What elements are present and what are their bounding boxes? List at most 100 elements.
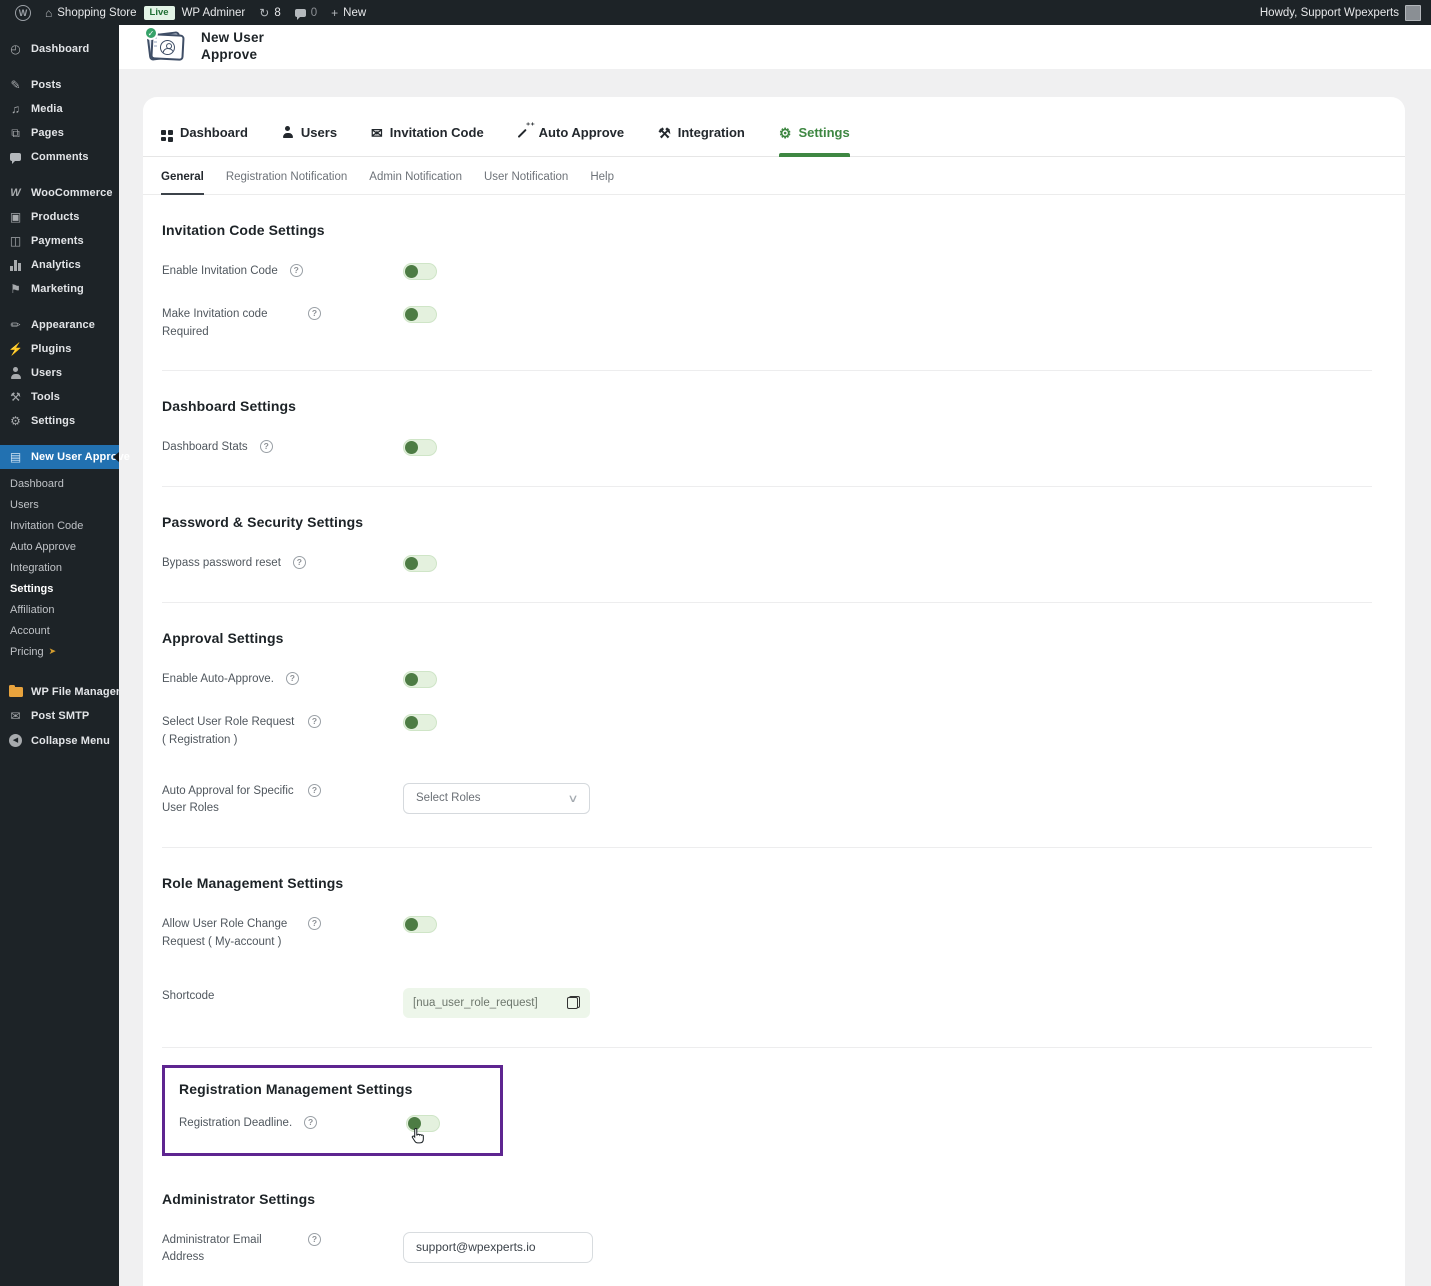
sidebar-item-pages[interactable]: ⧉ Pages: [0, 121, 119, 145]
tab-users[interactable]: Users: [282, 123, 337, 156]
payments-icon: ◫: [9, 234, 22, 248]
submenu-item-users[interactable]: Users: [0, 494, 119, 515]
sidebar-item-marketing[interactable]: ⚑ Marketing: [0, 277, 119, 301]
admin-bar: W ⌂ Shopping Store Live WP Adminer ↻ 8 0…: [0, 0, 1431, 25]
setting-row-make-invitation-code-required: Make Invitation code Required ?: [162, 305, 1372, 342]
setting-row-shortcode: Shortcode [nua_user_role_request]: [162, 987, 1372, 1018]
woocommerce-icon: W: [10, 186, 21, 199]
sidebar-item-settings[interactable]: ⚙ Settings: [0, 409, 119, 433]
sidebar-item-woocommerce[interactable]: W WooCommerce: [0, 181, 119, 205]
magic-wand-icon: [518, 122, 534, 141]
sidebar-item-wp-file-manager[interactable]: WP File Manager: [0, 680, 120, 704]
enable-auto-approve-toggle[interactable]: [403, 671, 437, 689]
site-name-link[interactable]: ⌂ Shopping Store: [38, 0, 144, 25]
help-icon[interactable]: ?: [308, 306, 321, 320]
section-invitation-code-settings: Invitation Code Settings Enable Invitati…: [162, 195, 1372, 372]
subtab-help[interactable]: Help: [590, 171, 614, 194]
sidebar-item-posts[interactable]: ✎ Posts: [0, 73, 119, 97]
help-icon[interactable]: ?: [308, 1232, 321, 1246]
sidebar-item-appearance[interactable]: ✏ Appearance: [0, 313, 119, 337]
update-count: 8: [274, 6, 281, 19]
wp-adminer-link[interactable]: WP Adminer: [175, 0, 253, 25]
help-icon[interactable]: ?: [308, 783, 321, 797]
help-icon[interactable]: ?: [308, 714, 321, 728]
dashboard-icon: ◴: [10, 42, 21, 56]
sidebar-item-tools[interactable]: ⚒ Tools: [0, 385, 119, 409]
products-icon: ▣: [9, 210, 22, 224]
submenu-item-pricing[interactable]: Pricing ➤: [0, 641, 119, 662]
subtab-registration-notification[interactable]: Registration Notification: [226, 171, 347, 194]
make-invitation-code-required-toggle[interactable]: [403, 305, 437, 323]
setting-row-select-user-role-request: Select User Role Request ( Registration …: [162, 713, 1372, 750]
help-icon[interactable]: ?: [285, 672, 299, 686]
analytics-icon: [8, 259, 23, 271]
submenu-item-settings[interactable]: Settings: [0, 578, 119, 599]
subtab-general[interactable]: General: [161, 171, 204, 195]
new-user-approve-submenu: Dashboard Users Invitation Code Auto App…: [0, 469, 119, 668]
sidebar-item-post-smtp[interactable]: ✉ Post SMTP: [0, 704, 119, 728]
sidebar-item-media[interactable]: ♫ Media: [0, 97, 119, 121]
copy-icon[interactable]: [567, 996, 580, 1010]
sidebar-item-products[interactable]: ▣ Products: [0, 205, 119, 229]
submenu-item-invitation-code[interactable]: Invitation Code: [0, 515, 119, 536]
sidebar-item-dashboard[interactable]: ◴ Dashboard: [0, 37, 119, 61]
dashboard-stats-toggle[interactable]: [403, 439, 437, 457]
help-icon[interactable]: ?: [292, 556, 306, 570]
submenu-item-affiliation[interactable]: Affiliation: [0, 599, 119, 620]
sidebar-item-new-user-approve[interactable]: ▤ New User Approve: [0, 445, 130, 469]
person-card-icon: [159, 39, 176, 55]
sidebar-item-plugins[interactable]: ⚡ Plugins: [0, 337, 119, 361]
users-icon: [282, 125, 294, 140]
wordpress-logo-icon: W: [15, 4, 31, 21]
select-roles-dropdown[interactable]: Select Roles ∨: [403, 782, 590, 814]
comments-link[interactable]: 0: [288, 0, 324, 25]
bypass-password-reset-toggle[interactable]: [403, 555, 437, 573]
sidebar-item-payments[interactable]: ◫ Payments: [0, 229, 119, 253]
registration-deadline-toggle[interactable]: [406, 1114, 440, 1144]
sidebar-item-collapse-menu[interactable]: ◀ Collapse Menu: [0, 728, 119, 753]
submenu-item-account[interactable]: Account: [0, 620, 119, 641]
subtab-user-notification[interactable]: User Notification: [484, 171, 568, 194]
setting-row-enable-invitation-code: Enable Invitation Code ?: [162, 263, 1372, 281]
help-icon[interactable]: ?: [308, 917, 321, 931]
sidebar-item-comments[interactable]: Comments: [0, 145, 119, 169]
tab-settings[interactable]: ⚙ Settings: [778, 123, 850, 157]
tab-auto-approve[interactable]: Auto Approve: [518, 122, 624, 156]
live-badge: Live: [143, 5, 175, 20]
section-role-management-settings: Role Management Settings Allow User Role…: [162, 848, 1372, 1048]
pricing-arrow-icon: ➤: [48, 646, 57, 656]
help-icon[interactable]: ?: [289, 264, 303, 277]
settings-card: Dashboard Users ✉ Invitation Code Auto A…: [143, 97, 1405, 1286]
enable-invitation-code-toggle[interactable]: [403, 263, 437, 280]
setting-row-auto-approval-specific-roles: Auto Approval for Specific User Roles ? …: [162, 782, 1372, 819]
submenu-item-auto-approve[interactable]: Auto Approve: [0, 536, 119, 557]
administrator-email-input[interactable]: [403, 1231, 593, 1263]
tab-integration[interactable]: ⚒ Integration: [658, 123, 745, 156]
howdy-account-link[interactable]: Howdy, Support Wpexperts: [1260, 7, 1399, 19]
tab-invitation-code[interactable]: ✉ Invitation Code: [371, 123, 484, 156]
highlight-box: Registration Management Settings Registr…: [162, 1064, 503, 1156]
submenu-item-integration[interactable]: Integration: [0, 557, 119, 578]
envelope-icon: ✉: [10, 709, 21, 723]
user-avatar[interactable]: [1405, 4, 1421, 21]
submenu-item-dashboard[interactable]: Dashboard: [0, 473, 119, 494]
subtab-admin-notification[interactable]: Admin Notification: [369, 171, 462, 194]
posts-icon: ✎: [10, 78, 21, 92]
sidebar-item-analytics[interactable]: Analytics: [0, 253, 119, 277]
new-content-link[interactable]: + New: [324, 0, 373, 25]
tab-dashboard[interactable]: Dashboard: [161, 123, 248, 156]
select-user-role-request-toggle[interactable]: [403, 713, 437, 731]
allow-user-role-change-toggle[interactable]: [403, 916, 437, 934]
tools-icon: ⚒: [10, 390, 21, 404]
section-administrator-settings: Administrator Settings Administrator Ema…: [162, 1171, 1372, 1286]
wp-adminer-label: WP Adminer: [181, 6, 246, 19]
updates-link[interactable]: ↻ 8: [252, 0, 287, 25]
wordpress-menu[interactable]: W: [8, 0, 38, 25]
section-approval-settings: Approval Settings Enable Auto-Approve. ?…: [162, 603, 1372, 849]
section-password-security-settings: Password & Security Settings Bypass pass…: [162, 487, 1372, 604]
help-icon[interactable]: ?: [259, 440, 273, 454]
help-icon[interactable]: ?: [304, 1115, 318, 1129]
sidebar-item-users[interactable]: Users: [0, 361, 119, 385]
site-name: Shopping Store: [57, 6, 137, 19]
setting-row-registration-deadline: Registration Deadline. ?: [179, 1114, 486, 1144]
